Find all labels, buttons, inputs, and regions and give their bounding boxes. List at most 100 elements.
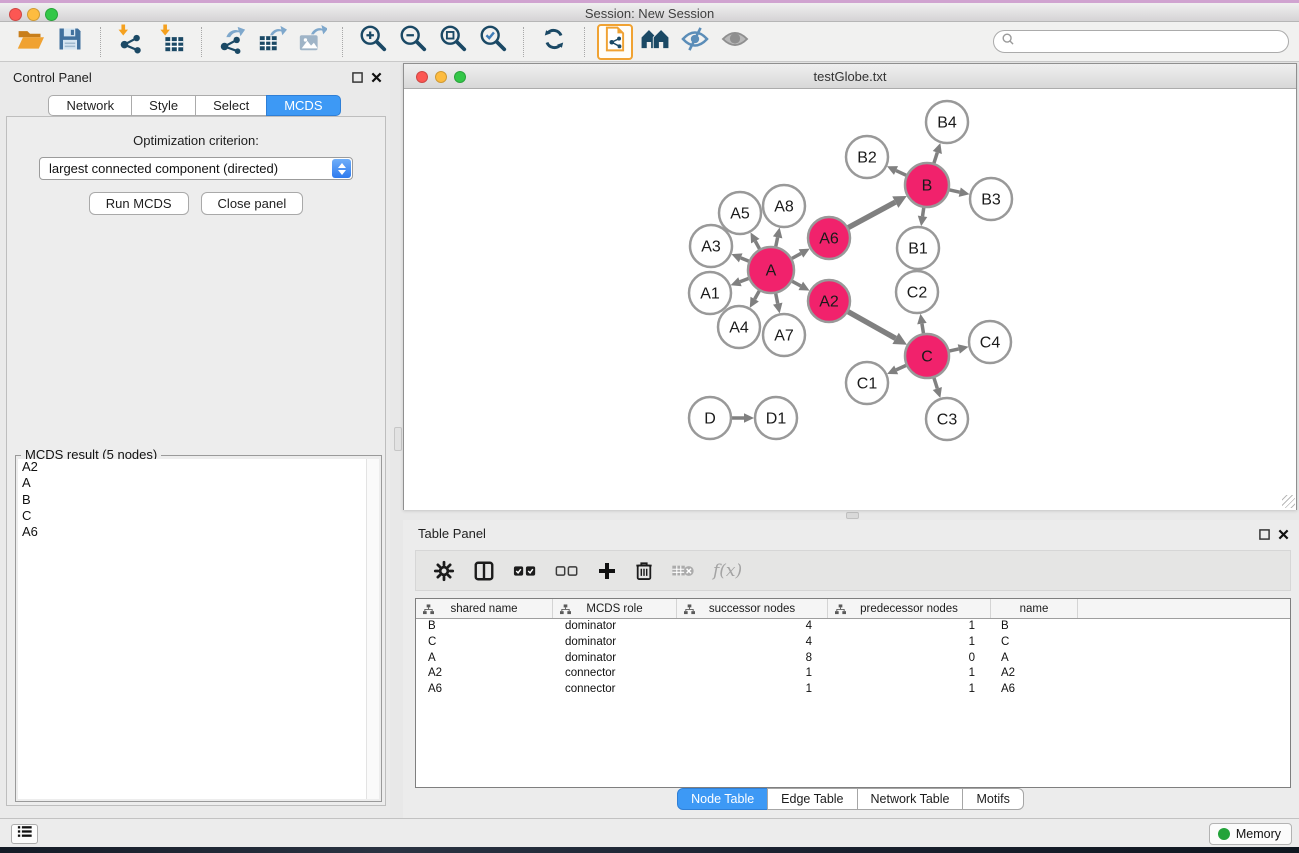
edge-A-A1[interactable] bbox=[740, 278, 750, 282]
edge-A-A8[interactable] bbox=[776, 237, 778, 247]
network-file-button[interactable] bbox=[595, 25, 635, 59]
search-box[interactable] bbox=[993, 30, 1289, 53]
tab-edge-table[interactable]: Edge Table bbox=[767, 788, 857, 810]
cell-successor-nodes: 8 bbox=[677, 651, 828, 667]
tab-node-table[interactable]: Node Table bbox=[677, 788, 768, 810]
tab-select[interactable]: Select bbox=[195, 95, 267, 116]
apply-layout-button[interactable] bbox=[534, 25, 574, 59]
column-header-shared-name[interactable]: shared name bbox=[416, 599, 553, 618]
tab-network-table[interactable]: Network Table bbox=[857, 788, 964, 810]
hide-graphics-button[interactable] bbox=[675, 25, 715, 59]
show-graphics-button[interactable] bbox=[715, 25, 755, 59]
column-header-name[interactable]: name bbox=[991, 599, 1078, 618]
graph-node-label-C2: C2 bbox=[907, 285, 928, 302]
zoom-out-button[interactable] bbox=[393, 25, 433, 59]
run-mcds-button[interactable]: Run MCDS bbox=[89, 192, 189, 215]
edge-A-A4[interactable] bbox=[755, 290, 760, 299]
edge-C-C1[interactable] bbox=[896, 365, 907, 370]
edge-A-A2[interactable] bbox=[791, 281, 800, 286]
tab-network[interactable]: Network bbox=[48, 95, 132, 116]
edge-B-B3[interactable] bbox=[948, 190, 959, 192]
mcds-result-item[interactable]: A bbox=[18, 475, 379, 491]
edge-A-A5[interactable] bbox=[755, 241, 760, 250]
edge-A-A6[interactable] bbox=[791, 253, 801, 258]
edge-B-B2[interactable] bbox=[896, 171, 907, 176]
edge-A2-C[interactable] bbox=[847, 311, 895, 338]
scrollbar-track[interactable] bbox=[366, 459, 379, 799]
network-window-title: testGlobe.txt bbox=[404, 69, 1296, 84]
mcds-result-item[interactable]: C bbox=[18, 508, 379, 524]
graph-node-label-B1: B1 bbox=[908, 241, 928, 258]
table-row-C[interactable]: Cdominator41C bbox=[416, 635, 1290, 651]
delete-table-button[interactable] bbox=[671, 556, 695, 586]
edge-C-C2[interactable] bbox=[922, 324, 924, 335]
edge-C-C4[interactable] bbox=[948, 349, 958, 351]
column-header-MCDS-role[interactable]: MCDS role bbox=[553, 599, 677, 618]
network-canvas[interactable]: AA1A2A3A4A5A6A7A8BB1B2B3B4CC1C2C3C4DD1 bbox=[404, 89, 1296, 510]
horizontal-split-handle[interactable] bbox=[846, 512, 859, 519]
mcds-result-box: MCDS result (5 nodes) A2ABCA6 bbox=[15, 455, 382, 802]
table-settings-button[interactable] bbox=[433, 556, 455, 586]
window-resize-grip[interactable] bbox=[1282, 495, 1295, 508]
optimization-select[interactable]: largest connected component (directed) bbox=[39, 157, 353, 180]
eye-slash-icon bbox=[680, 26, 710, 57]
select-all-columns-button[interactable] bbox=[513, 556, 537, 586]
close-panel-icon[interactable] bbox=[1278, 527, 1289, 545]
open-file-button[interactable] bbox=[10, 25, 50, 59]
home-button[interactable] bbox=[635, 25, 675, 59]
create-column-button[interactable] bbox=[597, 556, 617, 586]
task-history-button[interactable] bbox=[11, 824, 38, 844]
column-header-successor-nodes[interactable]: successor nodes bbox=[677, 599, 828, 618]
float-panel-icon[interactable] bbox=[352, 70, 363, 88]
vertical-split-handle[interactable] bbox=[394, 427, 402, 451]
zoom-in-button[interactable] bbox=[353, 25, 393, 59]
column-header-predecessor-nodes[interactable]: predecessor nodes bbox=[828, 599, 991, 618]
deselect-all-columns-button[interactable] bbox=[555, 556, 579, 586]
cell-name: A2 bbox=[991, 666, 1078, 682]
mcds-result-item[interactable]: B bbox=[18, 492, 379, 508]
main-toolbar bbox=[0, 22, 1299, 62]
select-stepper-icon bbox=[332, 159, 351, 178]
function-builder-button[interactable]: f(x) bbox=[713, 556, 742, 586]
edge-A-A3[interactable] bbox=[741, 258, 750, 262]
float-panel-icon[interactable] bbox=[1259, 527, 1270, 545]
memory-button[interactable]: Memory bbox=[1209, 823, 1292, 845]
tab-style[interactable]: Style bbox=[131, 95, 196, 116]
network-file-icon bbox=[602, 25, 628, 58]
column-header-label: predecessor nodes bbox=[860, 603, 958, 615]
hierarchy-icon bbox=[835, 604, 846, 618]
arrowhead-A-A7 bbox=[773, 303, 782, 314]
save-session-button[interactable] bbox=[50, 25, 90, 59]
table-row-A6[interactable]: A6connector11A6 bbox=[416, 682, 1290, 698]
arrowhead-C-C3 bbox=[933, 387, 942, 398]
cell-name: A6 bbox=[991, 682, 1078, 698]
tab-motifs[interactable]: Motifs bbox=[962, 788, 1023, 810]
import-table-button[interactable] bbox=[151, 25, 191, 59]
close-panel-icon[interactable] bbox=[371, 70, 382, 88]
table-row-A2[interactable]: A2connector11A2 bbox=[416, 666, 1290, 682]
tab-mcds[interactable]: MCDS bbox=[266, 95, 340, 116]
export-image-button[interactable] bbox=[292, 25, 332, 59]
zoom-fit-button[interactable] bbox=[433, 25, 473, 59]
search-input[interactable] bbox=[1019, 33, 1288, 51]
graph-node-label-A1: A1 bbox=[700, 286, 720, 303]
close-panel-button[interactable]: Close panel bbox=[201, 192, 304, 215]
edge-A-A7[interactable] bbox=[776, 293, 778, 304]
import-network-button[interactable] bbox=[111, 25, 151, 59]
column-header-filler bbox=[1078, 599, 1290, 618]
edge-B-B1[interactable] bbox=[923, 207, 924, 217]
edge-A6-B[interactable] bbox=[847, 202, 895, 228]
table-row-A[interactable]: Adominator80A bbox=[416, 651, 1290, 667]
delete-column-button[interactable] bbox=[635, 556, 653, 586]
zoom-selected-button[interactable] bbox=[473, 25, 513, 59]
export-table-button[interactable] bbox=[252, 25, 292, 59]
edge-B-B4[interactable] bbox=[934, 152, 938, 164]
network-graph[interactable]: AA1A2A3A4A5A6A7A8BB1B2B3B4CC1C2C3C4DD1 bbox=[404, 89, 1296, 510]
network-window-titlebar[interactable]: testGlobe.txt bbox=[404, 64, 1296, 89]
export-network-button[interactable] bbox=[212, 25, 252, 59]
mcds-result-item[interactable]: A2 bbox=[18, 459, 379, 475]
column-chooser-button[interactable] bbox=[473, 556, 495, 586]
mcds-result-item[interactable]: A6 bbox=[18, 524, 379, 540]
table-row-B[interactable]: Bdominator41B bbox=[416, 619, 1290, 635]
edge-C-C3[interactable] bbox=[934, 377, 938, 389]
